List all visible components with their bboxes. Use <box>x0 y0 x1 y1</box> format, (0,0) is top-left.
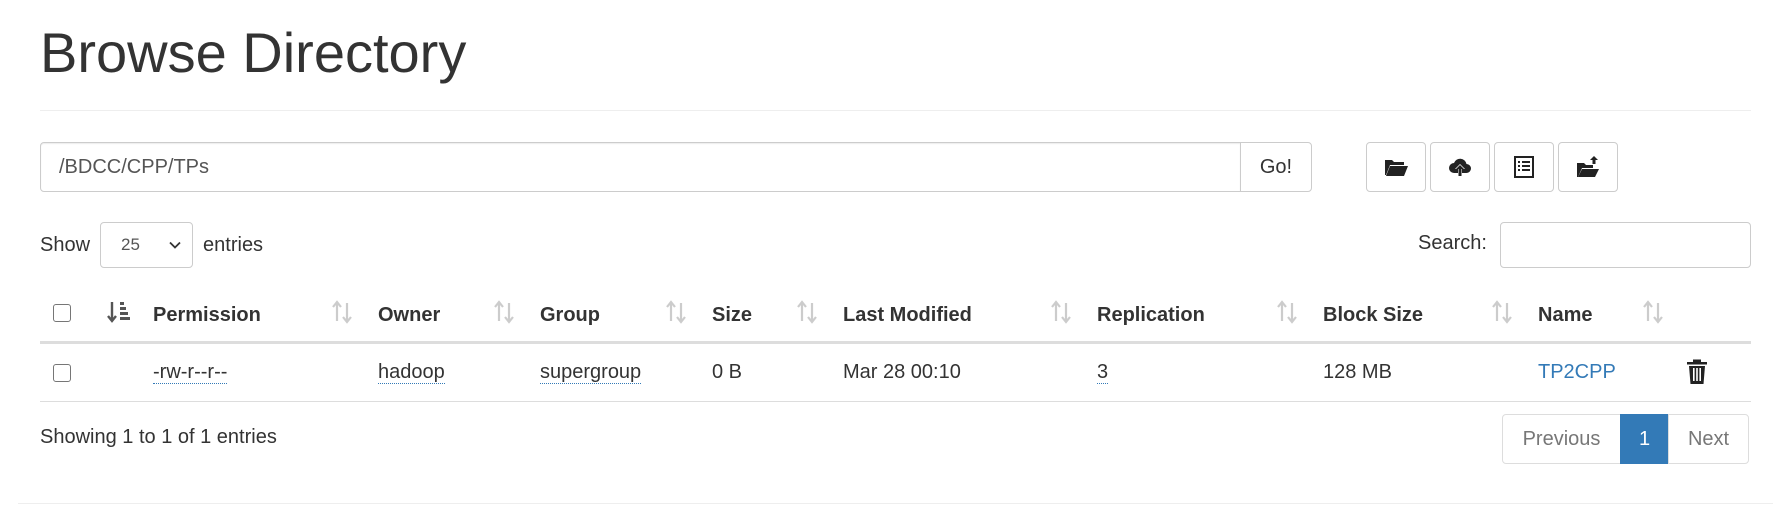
sort-asc-icon[interactable] <box>107 299 131 327</box>
table-row: -rw-r--r-- hadoop supergroup 0 B Mar 28 … <box>40 344 1751 402</box>
show-label: Show <box>40 233 91 256</box>
entries-per-page-select[interactable]: 25 <box>100 222 194 268</box>
trash-icon <box>1687 359 1707 384</box>
permission-value[interactable]: -rw-r--r-- <box>153 361 228 384</box>
upload-button[interactable] <box>1430 142 1490 192</box>
delete-button[interactable] <box>1686 344 1708 400</box>
title-divider <box>40 110 1751 111</box>
chevron-down-icon <box>169 241 181 249</box>
folder-open-icon <box>1385 160 1408 176</box>
row-select-checkbox[interactable] <box>53 364 71 382</box>
column-header-last-modified[interactable]: Last Modified <box>843 290 972 341</box>
sort-both-icon[interactable] <box>1049 299 1073 327</box>
column-header-owner[interactable]: Owner <box>378 290 440 341</box>
sort-both-icon[interactable] <box>1490 299 1514 327</box>
column-header-block-size[interactable]: Block Size <box>1323 290 1423 341</box>
column-header-group[interactable]: Group <box>540 290 600 341</box>
sort-both-icon[interactable] <box>330 299 354 327</box>
replication-value[interactable]: 3 <box>1097 361 1109 384</box>
cell-group: supergroup <box>540 344 642 400</box>
search-input[interactable] <box>1500 222 1751 268</box>
entries-length-control: Show 25 entries <box>40 222 263 268</box>
open-directory-button[interactable] <box>1366 142 1426 192</box>
entries-suffix-label: entries <box>203 233 264 256</box>
group-value[interactable]: supergroup <box>540 361 642 384</box>
block-size-value: 128 MB <box>1323 360 1392 383</box>
select-all-checkbox[interactable] <box>53 304 71 322</box>
size-value: 0 B <box>712 360 743 383</box>
previous-page-button[interactable]: Previous <box>1502 414 1621 464</box>
file-name-link[interactable]: TP2CPP <box>1538 344 1616 400</box>
go-button[interactable]: Go! <box>1240 142 1312 192</box>
column-header-size[interactable]: Size <box>712 290 752 341</box>
view-file-list-button[interactable] <box>1494 142 1554 192</box>
page-title: Browse Directory <box>40 21 467 84</box>
browse-directory-page: Browse Directory /BDCC/CPP/TPs Go! Show … <box>0 0 1791 518</box>
cell-permission: -rw-r--r-- <box>153 344 228 400</box>
column-header-name[interactable]: Name <box>1538 290 1592 341</box>
owner-value[interactable]: hadoop <box>378 361 445 384</box>
footer-divider <box>18 503 1773 504</box>
entries-selected-value: 25 <box>121 235 140 254</box>
column-header-permission[interactable]: Permission <box>153 290 261 341</box>
pagination: Previous 1 Next <box>1502 414 1749 464</box>
table-info-text: Showing 1 to 1 of 1 entries <box>40 426 277 448</box>
table-header-row: Permission Owner Group Size Last Modifie… <box>40 290 1751 344</box>
page-1-button[interactable]: 1 <box>1620 414 1669 464</box>
sort-both-icon[interactable] <box>1275 299 1299 327</box>
sort-both-icon[interactable] <box>492 299 516 327</box>
list-alt-icon <box>1514 156 1534 178</box>
cell-replication: 3 <box>1097 344 1109 400</box>
sort-both-icon[interactable] <box>1641 299 1665 327</box>
directory-path-input[interactable]: /BDCC/CPP/TPs <box>40 142 1241 192</box>
last-modified-value: Mar 28 00:10 <box>843 360 961 383</box>
cloud-upload-icon <box>1449 158 1471 176</box>
folder-move-icon <box>1577 156 1599 177</box>
cell-owner: hadoop <box>378 344 445 400</box>
sort-both-icon[interactable] <box>664 299 688 327</box>
search-label: Search: <box>1418 232 1487 254</box>
sort-both-icon[interactable] <box>795 299 819 327</box>
move-directory-button[interactable] <box>1558 142 1618 192</box>
next-page-button[interactable]: Next <box>1668 414 1749 464</box>
column-header-replication[interactable]: Replication <box>1097 290 1205 341</box>
